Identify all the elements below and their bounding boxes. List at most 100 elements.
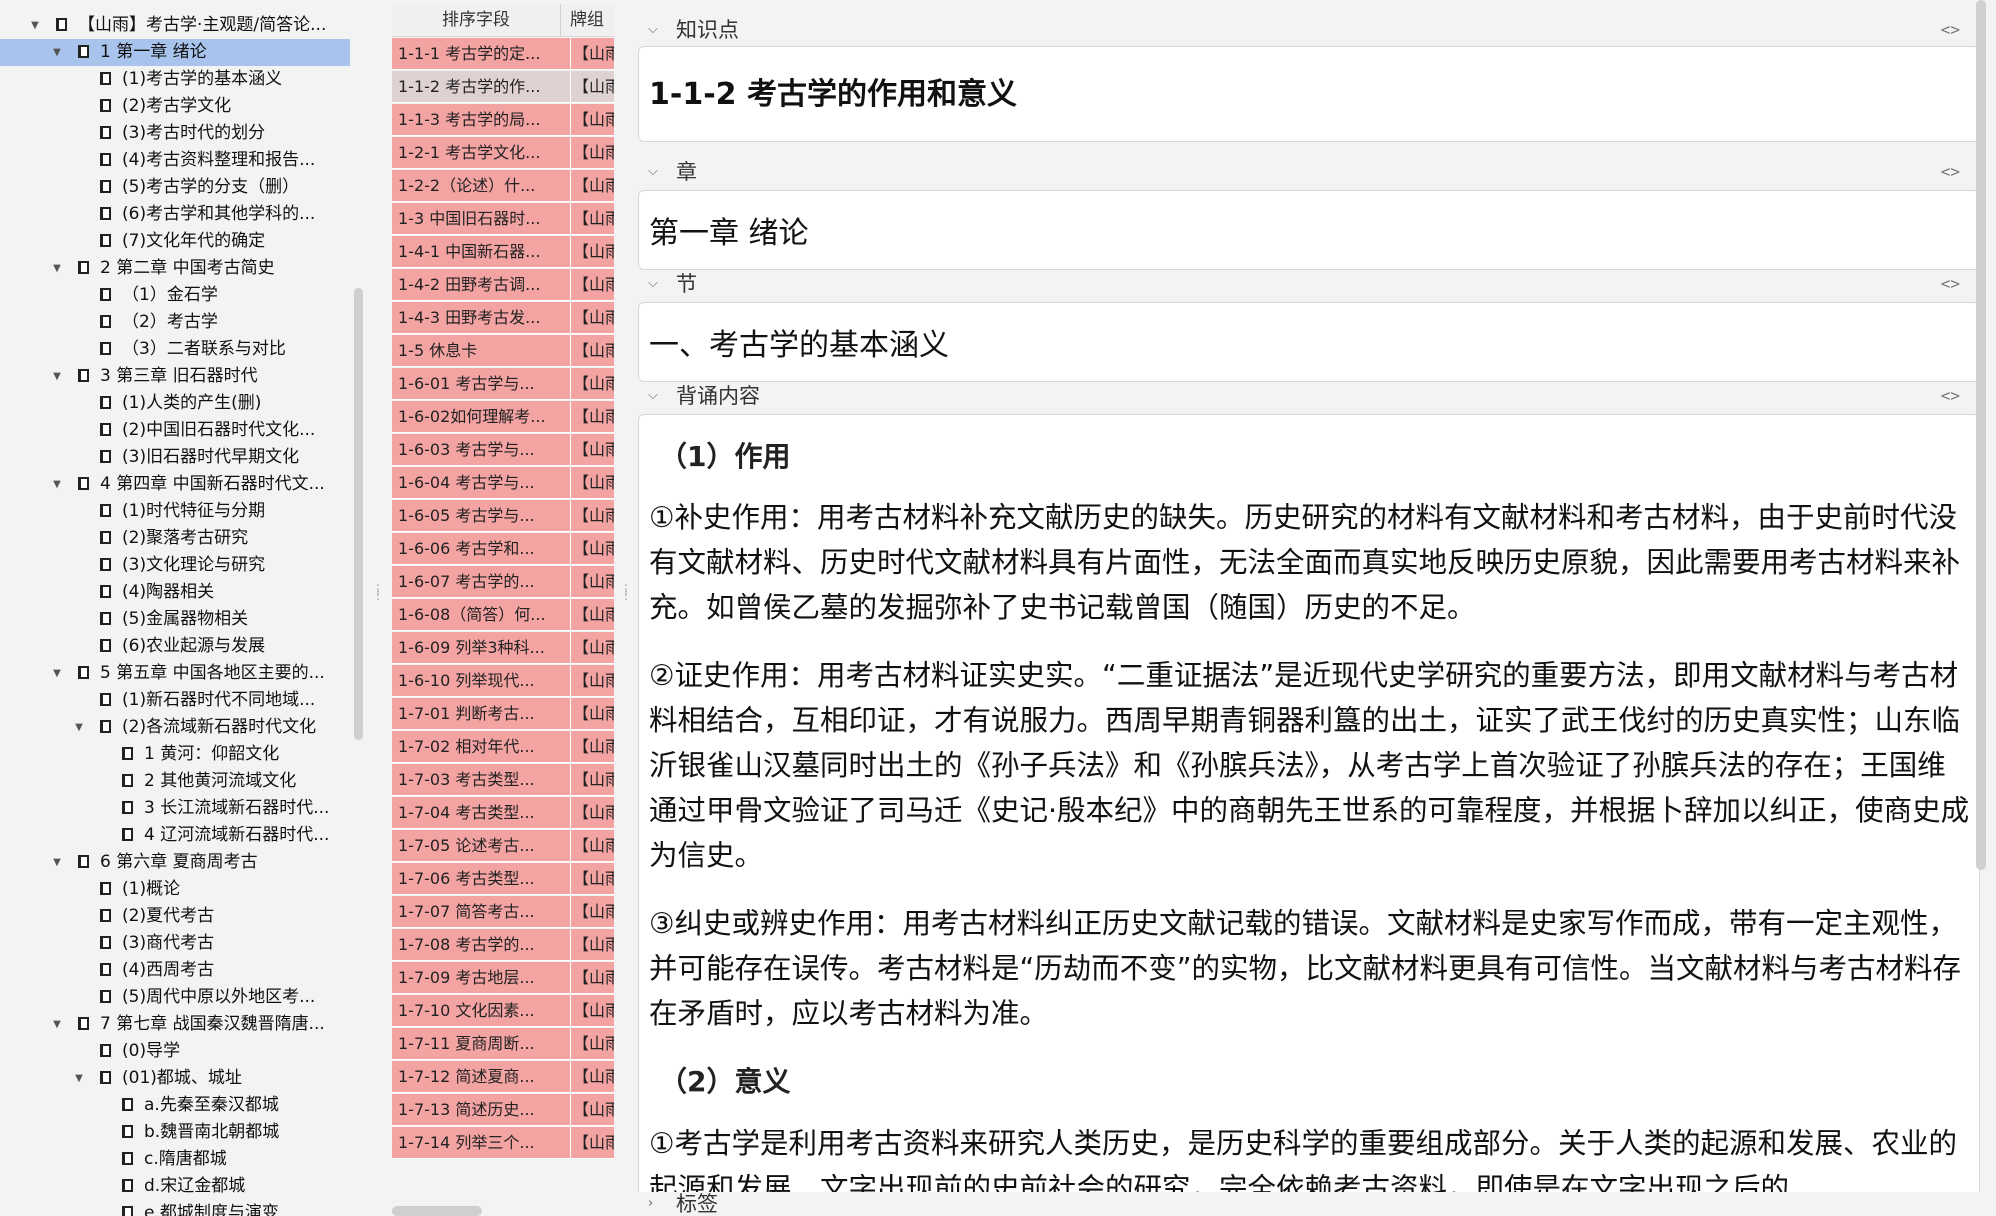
table-row[interactable]: 1-7-02 相对年代... 【山雨 <box>392 731 614 763</box>
tree-item[interactable]: （1）金石学 <box>0 282 350 309</box>
field-header-content[interactable]: ⌵ 背诵内容 <> <box>630 381 1982 411</box>
chevron-down-icon[interactable]: ⌵ <box>648 15 658 45</box>
splitter-handle-right[interactable]: ⋮ ⋮ <box>620 583 632 606</box>
table-row[interactable]: 1-6-02如何理解考... 【山雨 <box>392 401 614 433</box>
expand-chevron-icon[interactable]: ▼ <box>50 471 64 498</box>
html-toggle-icon[interactable]: <> <box>1941 381 1960 411</box>
tree-item[interactable]: (4)陶器相关 <box>0 579 350 606</box>
expand-chevron-icon[interactable]: ▼ <box>50 849 64 876</box>
expand-chevron-icon[interactable]: ▼ <box>28 12 42 39</box>
table-row[interactable]: 1-4-1 中国新石器... 【山雨 <box>392 236 614 268</box>
tree-item[interactable]: ▼ 1 第一章 绪论 <box>0 39 350 66</box>
tree-item[interactable]: （2）考古学 <box>0 309 350 336</box>
tree-item[interactable]: c.隋唐都城 <box>0 1146 350 1173</box>
tree-item[interactable]: e.都城制度与演变 <box>0 1200 350 1216</box>
tree-item[interactable]: ▼ 3 第三章 旧石器时代 <box>0 363 350 390</box>
tree-item[interactable]: (5)考古学的分支（删） <box>0 174 350 201</box>
table-row[interactable]: 1-6-03 考古学与... 【山雨 <box>392 434 614 466</box>
table-row[interactable]: 1-5 休息卡 【山雨 <box>392 335 614 367</box>
field-header-chapter[interactable]: ⌵ 章 <> <box>630 157 1982 187</box>
field-input-content[interactable]: （1）作用 ①补史作用：用考古材料补充文献历史的缺失。历史研究的材料有文献材料和… <box>638 414 1980 1216</box>
tree-item[interactable]: 2 其他黄河流域文化 <box>0 768 350 795</box>
tree-scrollbar[interactable] <box>354 288 363 740</box>
tree-item[interactable]: (4)考古资料整理和报告... <box>0 147 350 174</box>
tree-item[interactable]: (1)时代特征与分期 <box>0 498 350 525</box>
chevron-down-icon[interactable]: ⌵ <box>648 157 658 187</box>
tree-item[interactable]: (3)考古时代的划分 <box>0 120 350 147</box>
tree-item[interactable]: ▼ 【山雨】考古学·主观题/简答论... <box>0 12 350 39</box>
table-row[interactable]: 1-3 中国旧石器时... 【山雨 <box>392 203 614 235</box>
tree-item[interactable]: (4)西周考古 <box>0 957 350 984</box>
tree-item[interactable]: (2)考古学文化 <box>0 93 350 120</box>
tree-item[interactable]: d.宋辽金都城 <box>0 1173 350 1200</box>
table-row[interactable]: 1-6-01 考古学与... 【山雨 <box>392 368 614 400</box>
tree-item[interactable]: ▼ (01)都城、城址 <box>0 1065 350 1092</box>
table-row[interactable]: 1-7-08 考古学的... 【山雨 <box>392 929 614 961</box>
table-row[interactable]: 1-2-1 考古学文化... 【山雨 <box>392 137 614 169</box>
splitter-handle-left[interactable]: ⋮ ⋮ <box>372 583 384 606</box>
tree-item[interactable]: (5)周代中原以外地区考... <box>0 984 350 1011</box>
table-row[interactable]: 1-6-04 考古学与... 【山雨 <box>392 467 614 499</box>
table-row[interactable]: 1-1-2 考古学的作... 【山雨 <box>392 71 614 103</box>
table-row[interactable]: 1-7-14 列举三个... 【山雨 <box>392 1127 614 1159</box>
expand-chevron-icon[interactable]: ▼ <box>50 39 64 66</box>
table-row[interactable]: 1-1-3 考古学的局... 【山雨 <box>392 104 614 136</box>
tree-item[interactable]: ▼ 5 第五章 中国各地区主要的... <box>0 660 350 687</box>
field-header-tags[interactable]: › 标签 <box>630 1192 1982 1216</box>
html-toggle-icon[interactable]: <> <box>1941 15 1960 45</box>
tree-item[interactable]: (7)文化年代的确定 <box>0 228 350 255</box>
table-row[interactable]: 1-7-03 考古类型... 【山雨 <box>392 764 614 796</box>
table-row[interactable]: 1-7-05 论述考古... 【山雨 <box>392 830 614 862</box>
tree-item[interactable]: (3)商代考古 <box>0 930 350 957</box>
tree-item[interactable]: (1)考古学的基本涵义 <box>0 66 350 93</box>
tree-item[interactable]: (5)金属器物相关 <box>0 606 350 633</box>
tree-item[interactable]: (3)文化理论与研究 <box>0 552 350 579</box>
table-row[interactable]: 1-7-06 考古类型... 【山雨 <box>392 863 614 895</box>
tree-item[interactable]: (2)中国旧石器时代文化... <box>0 417 350 444</box>
table-row[interactable]: 1-1-1 考古学的定... 【山雨 <box>392 38 614 70</box>
table-row[interactable]: 1-6-06 考古学和... 【山雨 <box>392 533 614 565</box>
table-row[interactable]: 1-7-12 简述夏商... 【山雨 <box>392 1061 614 1093</box>
tree-item[interactable]: (6)农业起源与发展 <box>0 633 350 660</box>
table-row[interactable]: 1-7-04 考古类型... 【山雨 <box>392 797 614 829</box>
chevron-right-icon[interactable]: › <box>648 1192 653 1216</box>
field-input-chapter[interactable]: 第一章 绪论 <box>638 190 1980 270</box>
chevron-down-icon[interactable]: ⌵ <box>648 269 658 299</box>
table-row[interactable]: 1-7-01 判断考古... 【山雨 <box>392 698 614 730</box>
field-header-section[interactable]: ⌵ 节 <> <box>630 269 1982 299</box>
table-row[interactable]: 1-6-05 考古学与... 【山雨 <box>392 500 614 532</box>
column-header-sort-field[interactable]: 排序字段 <box>392 4 561 36</box>
tree-item[interactable]: 4 辽河流域新石器时代... <box>0 822 350 849</box>
tree-item[interactable]: (3)旧石器时代早期文化 <box>0 444 350 471</box>
list-horizontal-scrollbar[interactable] <box>392 1206 482 1216</box>
html-toggle-icon[interactable]: <> <box>1941 157 1960 187</box>
table-row[interactable]: 1-6-07 考古学的... 【山雨 <box>392 566 614 598</box>
tree-item[interactable]: ▼ 6 第六章 夏商周考古 <box>0 849 350 876</box>
tree-item[interactable]: (1)人类的产生(删) <box>0 390 350 417</box>
tree-item[interactable]: (2)夏代考古 <box>0 903 350 930</box>
tree-item[interactable]: (1)概论 <box>0 876 350 903</box>
expand-chevron-icon[interactable]: ▼ <box>50 255 64 282</box>
table-row[interactable]: 1-6-10 列举现代... 【山雨 <box>392 665 614 697</box>
table-row[interactable]: 1-7-11 夏商周断... 【山雨 <box>392 1028 614 1060</box>
tree-item[interactable]: ▼ 4 第四章 中国新石器时代文... <box>0 471 350 498</box>
table-row[interactable]: 1-7-09 考古地层... 【山雨 <box>392 962 614 994</box>
table-row[interactable]: 1-2-2（论述）什... 【山雨 <box>392 170 614 202</box>
tree-item[interactable]: (6)考古学和其他学科的... <box>0 201 350 228</box>
field-input-section[interactable]: 一、考古学的基本涵义 <box>638 302 1980 382</box>
table-row[interactable]: 1-6-09 列举3种科... 【山雨 <box>392 632 614 664</box>
tree-item[interactable]: ▼ 2 第二章 中国考古简史 <box>0 255 350 282</box>
table-row[interactable]: 1-7-13 简述历史... 【山雨 <box>392 1094 614 1126</box>
tree-item[interactable]: 3 长江流域新石器时代... <box>0 795 350 822</box>
editor-scrollbar[interactable] <box>1976 0 1986 870</box>
html-toggle-icon[interactable]: <> <box>1941 269 1960 299</box>
table-row[interactable]: 1-7-10 文化因素... 【山雨 <box>392 995 614 1027</box>
column-header-deck[interactable]: 牌组 <box>570 4 614 36</box>
tree-item[interactable]: （3）二者联系与对比 <box>0 336 350 363</box>
expand-chevron-icon[interactable]: ▼ <box>50 660 64 687</box>
table-row[interactable]: 1-7-07 简答考古... 【山雨 <box>392 896 614 928</box>
field-input-knowledge[interactable]: 1-1-2 考古学的作用和意义 <box>638 46 1980 142</box>
expand-chevron-icon[interactable]: ▼ <box>50 1011 64 1038</box>
tree-item[interactable]: b.魏晋南北朝都城 <box>0 1119 350 1146</box>
expand-chevron-icon[interactable]: ▼ <box>72 1065 86 1092</box>
